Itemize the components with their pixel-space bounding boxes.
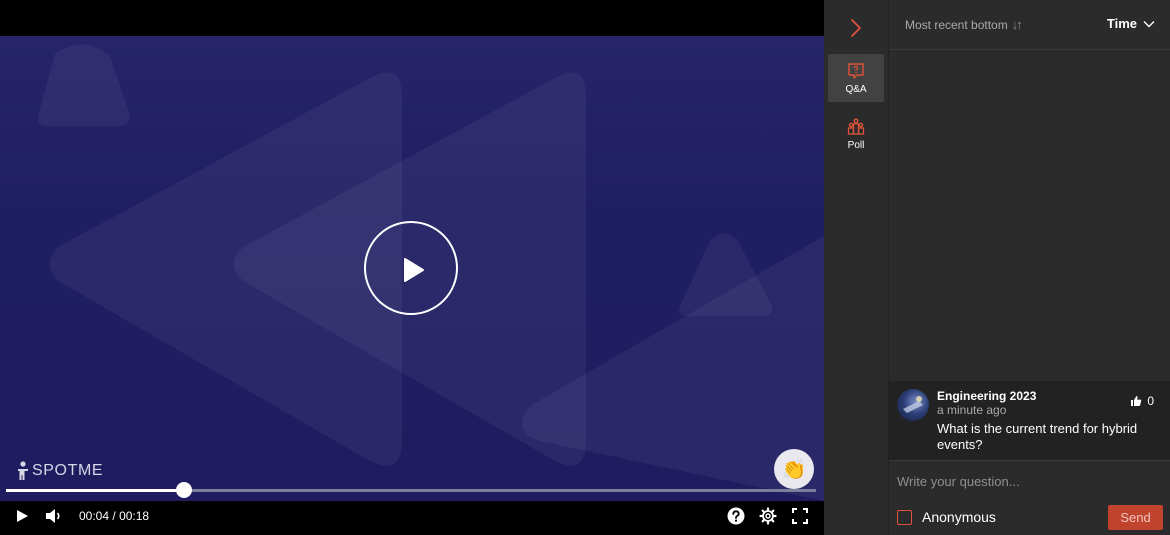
question-text: What is the current trend for hybrid eve… [937,421,1138,452]
settings-button[interactable] [758,501,778,531]
question-author: Engineering 2023 [937,389,1037,403]
anonymous-checkbox[interactable] [897,509,912,525]
qa-panel-header: Most recent bottom ↓↑ Time [889,0,1170,50]
fullscreen-icon [792,508,808,524]
tab-qa[interactable]: Q&A [828,54,884,102]
like-button[interactable]: 0 [1130,394,1154,408]
logo-text: SPOTME [32,462,104,479]
question-timestamp: a minute ago [937,403,1007,417]
time-separator: / [112,509,116,523]
sort-order-toggle[interactable]: Most recent bottom ↓↑ [905,17,1023,32]
question-item: Engineering 2023 a minute ago What is th… [889,381,1170,461]
collapse-panel-button[interactable] [844,16,868,40]
avatar [897,389,929,421]
sort-by-label: Time [1106,16,1137,31]
tab-qa-label: Q&A [845,83,867,95]
app-root: SPOTME 👏 00:04 / 00:18 Q&A Poll Most rec… [0,0,1170,535]
volume-button[interactable] [43,501,65,531]
avatar-image [903,396,923,413]
anonymous-label: Anonymous [922,509,996,525]
play-icon [404,258,424,282]
sort-arrows-icon: ↓↑ [1011,17,1023,32]
spotme-figure-icon [18,461,28,480]
video-controls: 00:04 / 00:18 [0,501,824,535]
chevron-down-icon [1143,20,1155,27]
thumbs-up-icon [1131,396,1142,406]
video-player: SPOTME 👏 00:04 / 00:18 [0,0,824,535]
sort-order-label: Most recent bottom [905,17,1008,32]
help-button[interactable] [726,501,746,531]
tab-poll-label: Poll [847,139,865,151]
poll-icon [847,118,865,135]
help-icon [727,507,745,525]
anonymous-toggle[interactable]: Anonymous [897,509,996,525]
tab-poll[interactable]: Poll [828,110,884,158]
settings-icon [759,507,777,525]
like-count: 0 [1147,394,1154,408]
sort-by-dropdown[interactable]: Time [1107,16,1155,31]
volume-icon [46,509,60,523]
time-display: 00:04 / 00:18 [79,509,149,523]
qa-icon [848,62,864,79]
progress-bar[interactable] [6,482,816,498]
play-icon [17,510,28,522]
play-button[interactable] [12,501,32,531]
elapsed-time: 00:04 [79,509,110,523]
video-stage[interactable]: SPOTME 👏 [0,36,824,501]
chevron-right-icon [851,19,861,37]
side-tab-rail: Q&A Poll [824,0,889,535]
question-input[interactable] [897,470,1162,492]
send-button[interactable]: Send [1108,505,1163,530]
progress-fill [6,489,185,492]
fullscreen-button[interactable] [790,501,810,531]
question-composer: Anonymous Send [889,462,1170,535]
spotme-logo: SPOTME [16,460,103,482]
qa-panel: Most recent bottom ↓↑ Time Engineering 2… [889,0,1170,535]
clap-reaction-button[interactable]: 👏 [774,449,814,489]
big-play-button[interactable] [364,221,458,315]
total-duration: 00:18 [119,509,150,523]
